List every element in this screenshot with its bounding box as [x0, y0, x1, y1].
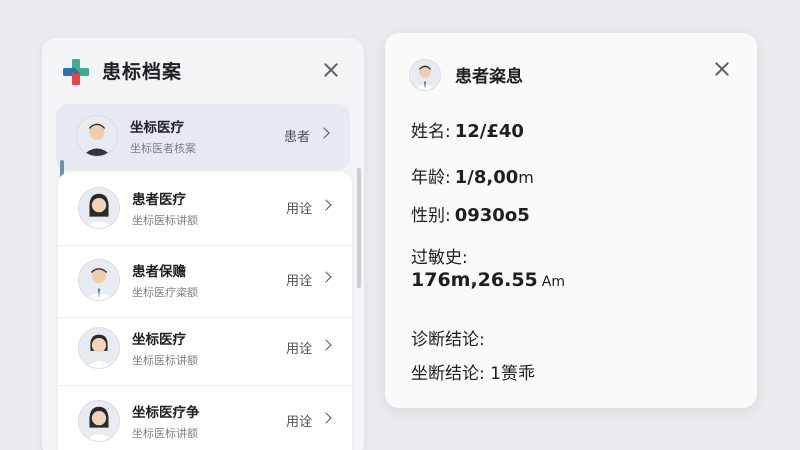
list-item[interactable]: 坐标医疗 坐标医者核案 患者	[56, 108, 350, 170]
diagnosis-row-value: 1箦乖	[490, 364, 535, 384]
patient-detail-panel: 患者粢息 姓名: 12/£40 年龄: 1/8,00m 性别: 0930o5 过敏史:…	[385, 33, 757, 408]
patient-name: 患者保赡	[132, 264, 186, 280]
divider	[58, 317, 352, 318]
gender-label: 性别:	[411, 206, 451, 226]
patient-tag: 用诠	[285, 202, 312, 217]
patient-subtitle: 坐标医标讲额	[132, 427, 198, 440]
patient-tag: 用诠	[285, 342, 312, 357]
chevron-right-icon	[320, 271, 332, 283]
divider	[58, 245, 352, 246]
patient-name: 患者医疗	[132, 192, 186, 208]
patient-tag: 用诠	[285, 415, 312, 430]
avatar	[409, 59, 441, 91]
age-value: 1/8,00	[454, 167, 519, 188]
patient-subtitle: 坐标医标讲额	[132, 214, 198, 227]
patient-name: 坐标医疗争	[132, 405, 200, 421]
avatar	[78, 400, 120, 442]
allergy-label: 过敏史:	[411, 248, 468, 268]
avatar	[78, 187, 120, 229]
patient-subtitle: 坐标医者核案	[130, 142, 196, 155]
detail-title: 患者粢息	[455, 67, 523, 87]
gender-value: 0930o5	[454, 205, 530, 226]
patient-name: 坐标医疗	[130, 120, 184, 136]
patient-tag: 用诠	[285, 274, 312, 289]
avatar	[78, 327, 120, 369]
divider	[58, 385, 352, 386]
diagnosis-label: 诊断结论:	[411, 330, 485, 350]
allergy-value: 176m,26.55	[411, 269, 538, 291]
patient-name: 坐标医疗	[132, 332, 186, 348]
diagnosis-row-label: 坐断结论:	[411, 364, 485, 384]
name-value: 12/£40	[454, 121, 524, 142]
chevron-right-icon	[318, 127, 330, 139]
gender-field: 性别: 0930o5	[411, 201, 530, 226]
scrollbar[interactable]	[357, 168, 361, 288]
avatar	[78, 259, 120, 301]
age-unit: m	[518, 168, 534, 187]
chevron-right-icon	[320, 199, 332, 211]
chevron-right-icon	[320, 412, 332, 424]
medical-cross-logo-icon	[63, 59, 89, 85]
list-item[interactable]: 患者医疗 坐标医标讲额 用诠	[58, 180, 352, 246]
diagnosis-row: 坐断结论: 1箦乖	[411, 359, 535, 384]
close-icon[interactable]	[711, 58, 733, 80]
patient-tag: 患者	[283, 130, 310, 145]
list-item[interactable]: 坐标医疗 坐标医标讲额 用诠	[58, 320, 352, 386]
list-item[interactable]: 坐标医疗争 坐标医标讲额 用诠	[58, 393, 352, 450]
name-label: 姓名:	[411, 122, 451, 142]
patient-subtitle: 坐标医疗粢额	[132, 286, 198, 299]
patient-subtitle: 坐标医标讲额	[132, 354, 198, 367]
list-item[interactable]: 患者保赡 坐标医疗粢额 用诠	[58, 252, 352, 318]
allergy-value-row: 176m,26.55 Am	[411, 269, 565, 291]
panel-title: 患标档案	[102, 61, 183, 83]
chevron-right-icon	[320, 339, 332, 351]
close-icon[interactable]	[320, 59, 342, 81]
avatar	[76, 115, 118, 157]
name-field: 姓名: 12/£40	[411, 117, 524, 142]
age-field: 年龄: 1/8,00m	[411, 163, 534, 188]
age-label: 年龄:	[411, 168, 451, 188]
allergy-unit: Am	[541, 274, 565, 290]
